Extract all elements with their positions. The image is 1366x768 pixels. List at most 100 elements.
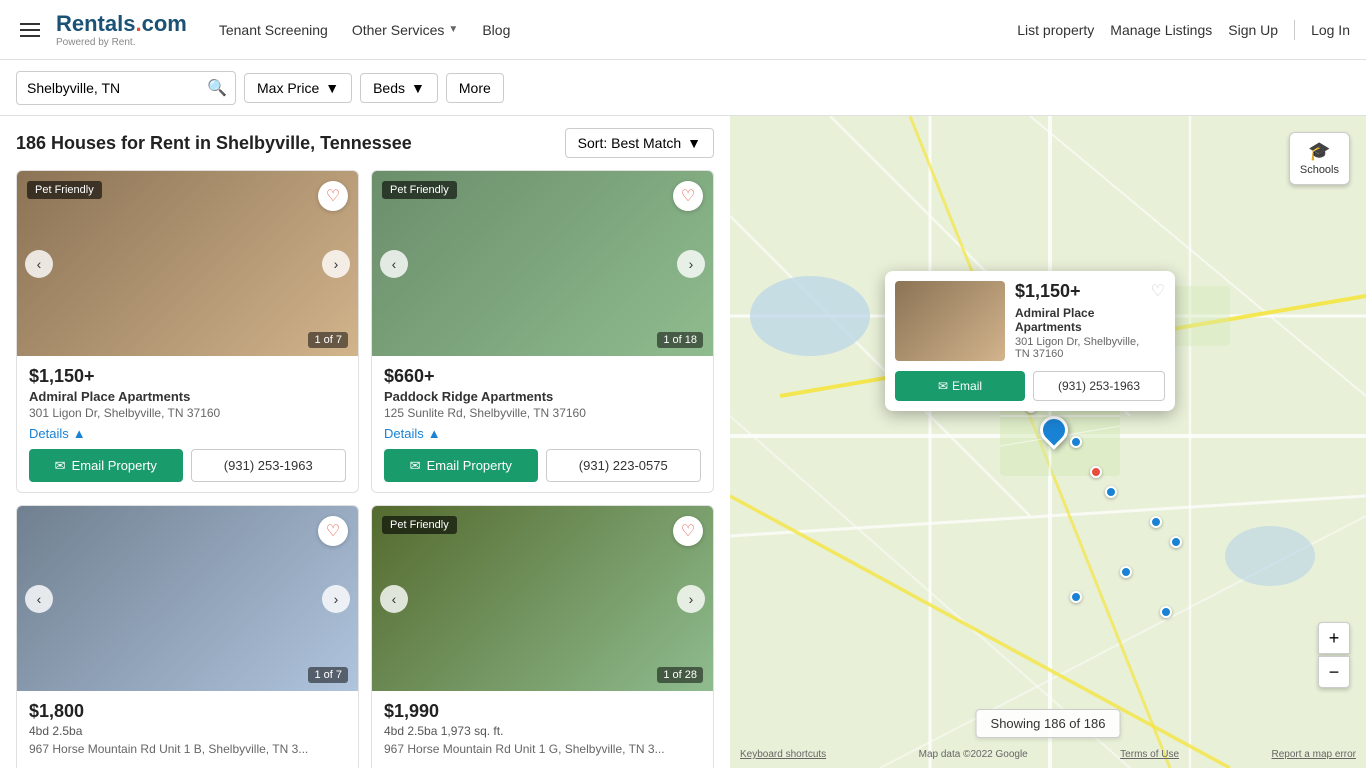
card-actions-2: ✉ Email Property (931) 223-0575 [384,449,701,482]
card-details-row-1: Details ▲ [29,426,346,441]
content-area: 186 Houses for Rent in Shelbyville, Tenn… [0,116,1366,768]
property-card: Pet Friendly ♡ ‹ › 1 of 7 $1,150+ Admira… [16,170,359,493]
map-email-button[interactable]: ✉ Email [895,371,1025,401]
map-dot-6[interactable] [1170,536,1182,548]
card-body-2: $660+ Paddock Ridge Apartments 125 Sunli… [372,356,713,492]
nav-blog[interactable]: Blog [482,22,510,38]
pet-friendly-badge-1: Pet Friendly [27,181,102,199]
search-area: 🔍 Max Price ▼ Beds ▼ More [0,60,1366,116]
nav-tenant-screening[interactable]: Tenant Screening [219,22,328,38]
map-dot-2[interactable] [1070,436,1082,448]
property-card-3: ♡ ‹ › 1 of 7 $1,800 4bd 2.5ba 967 Horse … [16,505,359,768]
terms-of-use[interactable]: Terms of Use [1120,749,1179,760]
header-divider [1294,20,1295,40]
map-popup-actions: ✉ Email (931) 253-1963 [885,371,1175,411]
map-popup-address: 301 Ligon Dr, Shelbyville, TN 37160 [1015,336,1141,360]
zoom-in-button[interactable]: + [1318,622,1350,654]
card-price-2: $660+ [384,366,701,387]
card-specs-3: 4bd 2.5ba [29,724,346,738]
details-toggle-2[interactable]: Details ▲ [384,426,441,441]
favorite-button-1[interactable]: ♡ [318,181,348,211]
schools-button[interactable]: 🎓 Schools [1289,132,1350,185]
logo-text: Rentals.com [56,11,187,37]
map-container[interactable]: $1,150+ Admiral Place Apartments 301 Lig… [730,116,1366,768]
logo-subtitle: Powered by Rent. [56,37,187,48]
card-address-2: 125 Sunlite Rd, Shelbyville, TN 37160 [384,406,701,420]
map-main-pin[interactable] [1040,416,1068,444]
more-filters-button[interactable]: More [446,73,504,103]
other-services-arrow: ▼ [448,24,458,35]
zoom-out-button[interactable]: − [1318,656,1350,688]
pet-friendly-badge-2: Pet Friendly [382,181,457,199]
cards-grid: Pet Friendly ♡ ‹ › 1 of 7 $1,150+ Admira… [16,170,714,768]
card-name-2: Paddock Ridge Apartments [384,389,701,404]
card-image-2: Pet Friendly ♡ ‹ › 1 of 18 [372,171,713,356]
map-dot-3[interactable] [1090,466,1102,478]
report-map-error[interactable]: Report a map error [1272,749,1356,760]
sort-button[interactable]: Sort: Best Match ▼ [565,128,714,158]
card-details-row-2: Details ▲ [384,426,701,441]
beds-filter[interactable]: Beds ▼ [360,73,438,103]
map-dot-7[interactable] [1120,566,1132,578]
favorite-button-3[interactable]: ♡ [318,516,348,546]
card-counter-4: 1 of 28 [657,667,703,683]
login-button[interactable]: Log In [1311,22,1350,38]
map-dot-5[interactable] [1150,516,1162,528]
card-next-3[interactable]: › [322,585,350,613]
nav-other-services[interactable]: Other Services ▼ [352,22,459,38]
card-image-1: Pet Friendly ♡ ‹ › 1 of 7 [17,171,358,356]
header: Rentals.com Powered by Rent. Tenant Scre… [0,0,1366,60]
card-prev-1[interactable]: ‹ [25,250,53,278]
map-dot-9[interactable] [1160,606,1172,618]
card-next-4[interactable]: › [677,585,705,613]
card-body-4: $1,990 4bd 2.5ba 1,973 sq. ft. 967 Horse… [372,691,713,768]
map-dot-8[interactable] [1070,591,1082,603]
card-name-1: Admiral Place Apartments [29,389,346,404]
logo[interactable]: Rentals.com Powered by Rent. [56,11,187,48]
map-popup-price: $1,150+ [1015,281,1141,302]
signup-button[interactable]: Sign Up [1228,22,1278,38]
header-left: Rentals.com Powered by Rent. [16,11,187,48]
card-counter-1: 1 of 7 [308,332,348,348]
max-price-filter[interactable]: Max Price ▼ [244,73,352,103]
results-title: 186 Houses for Rent in Shelbyville, Tenn… [16,133,412,154]
card-next-1[interactable]: › [322,250,350,278]
phone-button-1[interactable]: (931) 253-1963 [191,449,347,482]
property-card-2: Pet Friendly ♡ ‹ › 1 of 18 $660+ Paddock… [371,170,714,493]
card-prev-2[interactable]: ‹ [380,250,408,278]
card-body-3: $1,800 4bd 2.5ba 967 Horse Mountain Rd U… [17,691,358,768]
search-button[interactable]: 🔍 [207,78,227,98]
map-controls: + − [1318,622,1350,688]
map-attribution: Keyboard shortcuts Map data ©2022 Google… [730,749,1366,760]
left-panel: 186 Houses for Rent in Shelbyville, Tenn… [0,116,730,768]
map-showing-count: Showing 186 of 186 [976,709,1121,738]
menu-button[interactable] [16,19,44,41]
keyboard-shortcuts[interactable]: Keyboard shortcuts [740,749,826,760]
map-popup-info: $1,150+ Admiral Place Apartments 301 Lig… [1015,281,1141,360]
max-price-arrow: ▼ [325,80,339,96]
favorite-button-4[interactable]: ♡ [673,516,703,546]
map-popup-favorite[interactable]: ♡ [1151,281,1165,301]
card-body-1: $1,150+ Admiral Place Apartments 301 Lig… [17,356,358,492]
header-right: List property Manage Listings Sign Up Lo… [1017,20,1350,40]
email-property-button-1[interactable]: ✉ Email Property [29,449,183,482]
map-phone-button[interactable]: (931) 253-1963 [1033,371,1165,401]
search-input[interactable] [27,80,207,96]
phone-button-2[interactable]: (931) 223-0575 [546,449,702,482]
card-next-2[interactable]: › [677,250,705,278]
email-icon-2: ✉ [410,458,421,474]
details-arrow-2: ▲ [428,426,441,441]
details-toggle-1[interactable]: Details ▲ [29,426,86,441]
card-image-4: Pet Friendly ♡ ‹ › 1 of 28 [372,506,713,691]
sort-arrow: ▼ [687,135,701,151]
list-property-button[interactable]: List property [1017,22,1094,38]
card-prev-3[interactable]: ‹ [25,585,53,613]
map-data: Map data ©2022 Google [919,749,1028,760]
map-dot-4[interactable] [1105,486,1117,498]
schools-label: Schools [1300,164,1339,176]
details-arrow-1: ▲ [73,426,86,441]
favorite-button-2[interactable]: ♡ [673,181,703,211]
manage-listings-button[interactable]: Manage Listings [1110,22,1212,38]
email-property-button-2[interactable]: ✉ Email Property [384,449,538,482]
card-prev-4[interactable]: ‹ [380,585,408,613]
